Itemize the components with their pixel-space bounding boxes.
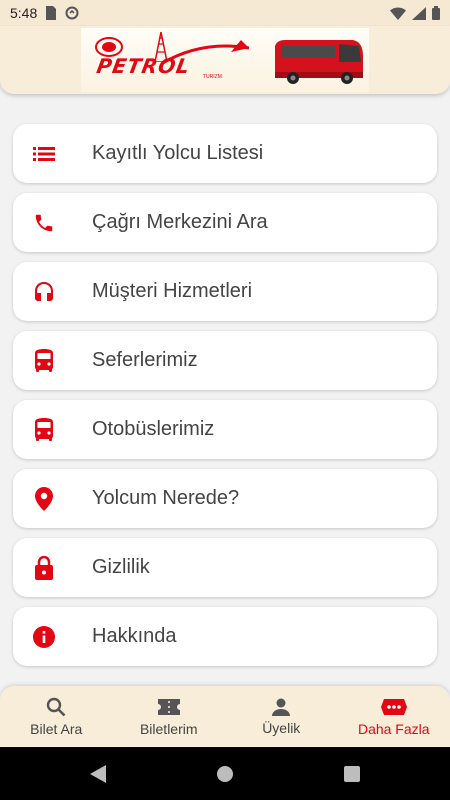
menu-item-label: Yolcum Nerede? [92, 487, 240, 509]
search-icon [47, 697, 66, 716]
home-icon[interactable] [216, 765, 234, 783]
bus-icon [31, 348, 57, 374]
brand-logo-text: PETROL [94, 54, 193, 78]
battery-icon [432, 6, 440, 20]
person-icon [272, 698, 291, 716]
menu-item-label: Otobüslerimiz [92, 418, 215, 440]
brand-banner: PETROL TURİZM [81, 28, 369, 92]
nav-tab-more[interactable]: Daha Fazla [338, 686, 450, 747]
headset-icon [31, 279, 57, 305]
status-bar: 5:48 [0, 0, 450, 26]
nav-tab-label: Biletlerim [139, 720, 198, 737]
back-icon[interactable] [90, 764, 106, 783]
lock-icon [31, 555, 57, 581]
more-icon [380, 698, 407, 715]
menu-item-privacy[interactable]: Gizlilik [13, 538, 437, 597]
phone-icon [31, 210, 57, 236]
signal-icon [412, 6, 426, 20]
menu-item-label: Gizlilik [92, 556, 150, 578]
ticket-icon [157, 698, 180, 715]
menu-item-about[interactable]: Hakkında [13, 607, 437, 666]
bus-icon [31, 417, 57, 443]
menu-item-trips[interactable]: Seferlerimiz [13, 331, 437, 390]
bus-graphic [275, 40, 363, 84]
more-menu-list: Kayıtlı Yolcu Listesi Çağrı Merkezini Ar… [13, 124, 437, 676]
menu-item-label: Seferlerimiz [92, 349, 198, 371]
menu-item-where-is-passenger[interactable]: Yolcum Nerede? [13, 469, 437, 528]
system-navigation-bar [0, 747, 450, 800]
menu-item-label: Kayıtlı Yolcu Listesi [92, 142, 264, 164]
nav-tab-label: Bilet Ara [30, 720, 83, 737]
menu-item-buses[interactable]: Otobüslerimiz [13, 400, 437, 459]
nav-tab-label: Daha Fazla [357, 720, 430, 737]
menu-item-customer-service[interactable]: Müşteri Hizmetleri [13, 262, 437, 321]
nav-tab-membership[interactable]: Üyelik [225, 686, 338, 747]
location-pin-icon [31, 486, 57, 512]
menu-item-call-center[interactable]: Çağrı Merkezini Ara [13, 193, 437, 252]
data-saver-icon [65, 6, 79, 20]
sim-card-icon [46, 6, 57, 20]
nav-tab-my-tickets[interactable]: Biletlerim [113, 686, 226, 747]
recents-icon[interactable] [344, 765, 360, 782]
nav-tab-label: Üyelik [262, 719, 301, 736]
menu-item-label: Hakkında [92, 625, 177, 647]
info-icon [31, 624, 57, 650]
nav-tab-search-ticket[interactable]: Bilet Ara [0, 686, 113, 747]
wifi-icon [390, 7, 406, 20]
status-time: 5:48 [10, 5, 38, 21]
list-icon [31, 141, 57, 167]
brand-logo-subtext: TURİZM [203, 74, 222, 80]
bottom-navigation: Bilet Ara Biletlerim Üyelik Daha Fazla [0, 686, 450, 747]
menu-item-label: Çağrı Merkezini Ara [92, 211, 268, 233]
app-header: PETROL TURİZM [0, 26, 450, 94]
menu-item-saved-passengers[interactable]: Kayıtlı Yolcu Listesi [13, 124, 437, 183]
menu-item-label: Müşteri Hizmetleri [92, 280, 253, 302]
